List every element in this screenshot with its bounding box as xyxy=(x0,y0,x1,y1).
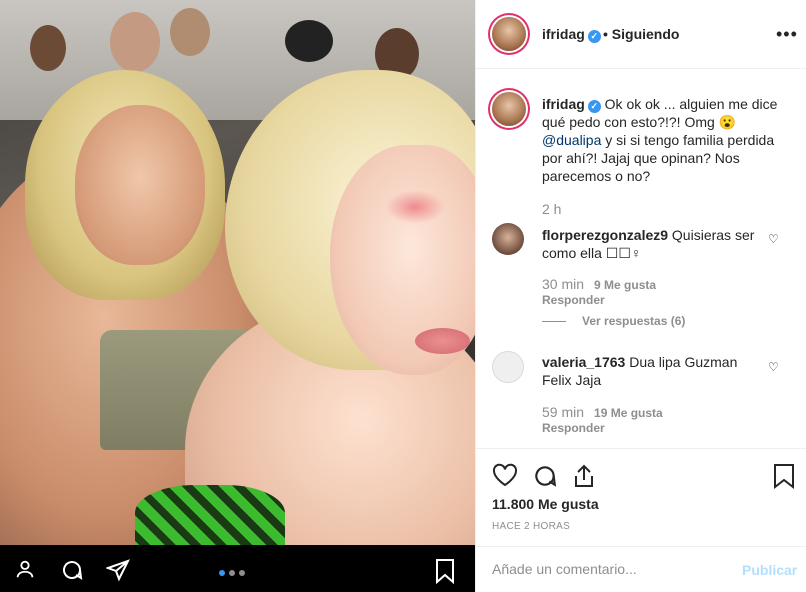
avatar[interactable] xyxy=(492,351,524,383)
comment-icon[interactable] xyxy=(532,463,558,494)
verified-icon: ✓ xyxy=(587,100,601,113)
comment-time: 30 min xyxy=(542,276,585,292)
eye-makeup xyxy=(385,190,445,224)
avatar[interactable] xyxy=(492,92,526,126)
bookmark-icon[interactable] xyxy=(433,558,455,585)
face-left xyxy=(75,105,205,265)
like-count[interactable]: 11.800 Me gusta xyxy=(492,496,599,512)
photo-crowd xyxy=(30,25,66,71)
replies-line xyxy=(542,320,566,322)
caption-time: 2 h xyxy=(542,201,562,217)
comment-input[interactable] xyxy=(492,561,732,577)
caption-username[interactable]: ifridag xyxy=(542,96,585,112)
comment-time: 59 min xyxy=(542,404,585,420)
caption-mention[interactable]: @dualipa xyxy=(542,132,601,148)
comment-form: Publicar xyxy=(476,546,806,592)
comment-icon[interactable] xyxy=(60,558,83,580)
avatar[interactable] xyxy=(492,223,524,255)
post-actions: 11.800 Me gusta HACE 2 HORAS Publicar xyxy=(476,448,806,592)
save-bookmark-icon[interactable] xyxy=(773,463,795,494)
like-comment-icon[interactable]: ♡ xyxy=(768,360,779,374)
username-text[interactable]: ifridag xyxy=(542,26,585,42)
photo-crowd xyxy=(110,12,160,72)
photo-crowd xyxy=(285,20,333,62)
comment-likes[interactable]: 9 Me gusta xyxy=(594,278,656,292)
like-comment-icon[interactable]: ♡ xyxy=(768,232,779,246)
carousel-dot[interactable] xyxy=(229,570,235,576)
comment: florperezgonzalez9 Quisieras ser como el… xyxy=(542,226,762,262)
following-status[interactable]: • Siguiendo xyxy=(603,26,679,42)
post-side-panel: ifridag ✓ • Siguiendo ••• ifridag ✓ Ok ok … xyxy=(475,0,806,592)
view-replies[interactable]: Ver respuestas (6) xyxy=(542,314,685,328)
comment-meta: 30 min 9 Me gusta xyxy=(542,276,656,292)
comments-section[interactable]: ifridag ✓ Ok ok ok ... alguien me dice qu… xyxy=(476,70,806,448)
lips xyxy=(415,328,470,354)
green-object xyxy=(135,485,285,545)
carousel-dot[interactable] xyxy=(219,570,225,576)
share-icon[interactable] xyxy=(572,463,596,494)
view-replies-label[interactable]: Ver respuestas (6) xyxy=(582,314,685,328)
carousel-dots xyxy=(219,570,245,576)
avatar[interactable] xyxy=(492,17,526,51)
post-photo[interactable] xyxy=(0,0,475,545)
comment: valeria_1763 Dua lipa Guzman Felix Jaja xyxy=(542,353,742,389)
comment-username[interactable]: florperezgonzalez9 xyxy=(542,227,668,243)
reply-button[interactable]: Responder xyxy=(542,293,605,307)
comment-likes[interactable]: 19 Me gusta xyxy=(594,406,663,420)
verified-icon: ✓ xyxy=(587,30,601,43)
caption: ifridag ✓ Ok ok ok ... alguien me dice qu… xyxy=(542,95,787,185)
header-username[interactable]: ifridag ✓ xyxy=(542,26,601,43)
comment-meta: 59 min 19 Me gusta xyxy=(542,404,663,420)
tag-user-icon[interactable] xyxy=(14,558,36,580)
share-icon[interactable] xyxy=(105,558,130,582)
more-options-icon[interactable]: ••• xyxy=(776,24,798,45)
comment-username[interactable]: valeria_1763 xyxy=(542,354,625,370)
post-timestamp: HACE 2 HORAS xyxy=(492,521,571,532)
photo-bottom-bar xyxy=(0,545,475,592)
carousel-dot[interactable] xyxy=(239,570,245,576)
post-header: ifridag ✓ • Siguiendo ••• xyxy=(476,0,806,69)
publish-button[interactable]: Publicar xyxy=(742,562,797,578)
reply-button[interactable]: Responder xyxy=(542,421,605,435)
photo-crowd xyxy=(170,8,210,56)
like-heart-icon[interactable] xyxy=(492,463,518,492)
